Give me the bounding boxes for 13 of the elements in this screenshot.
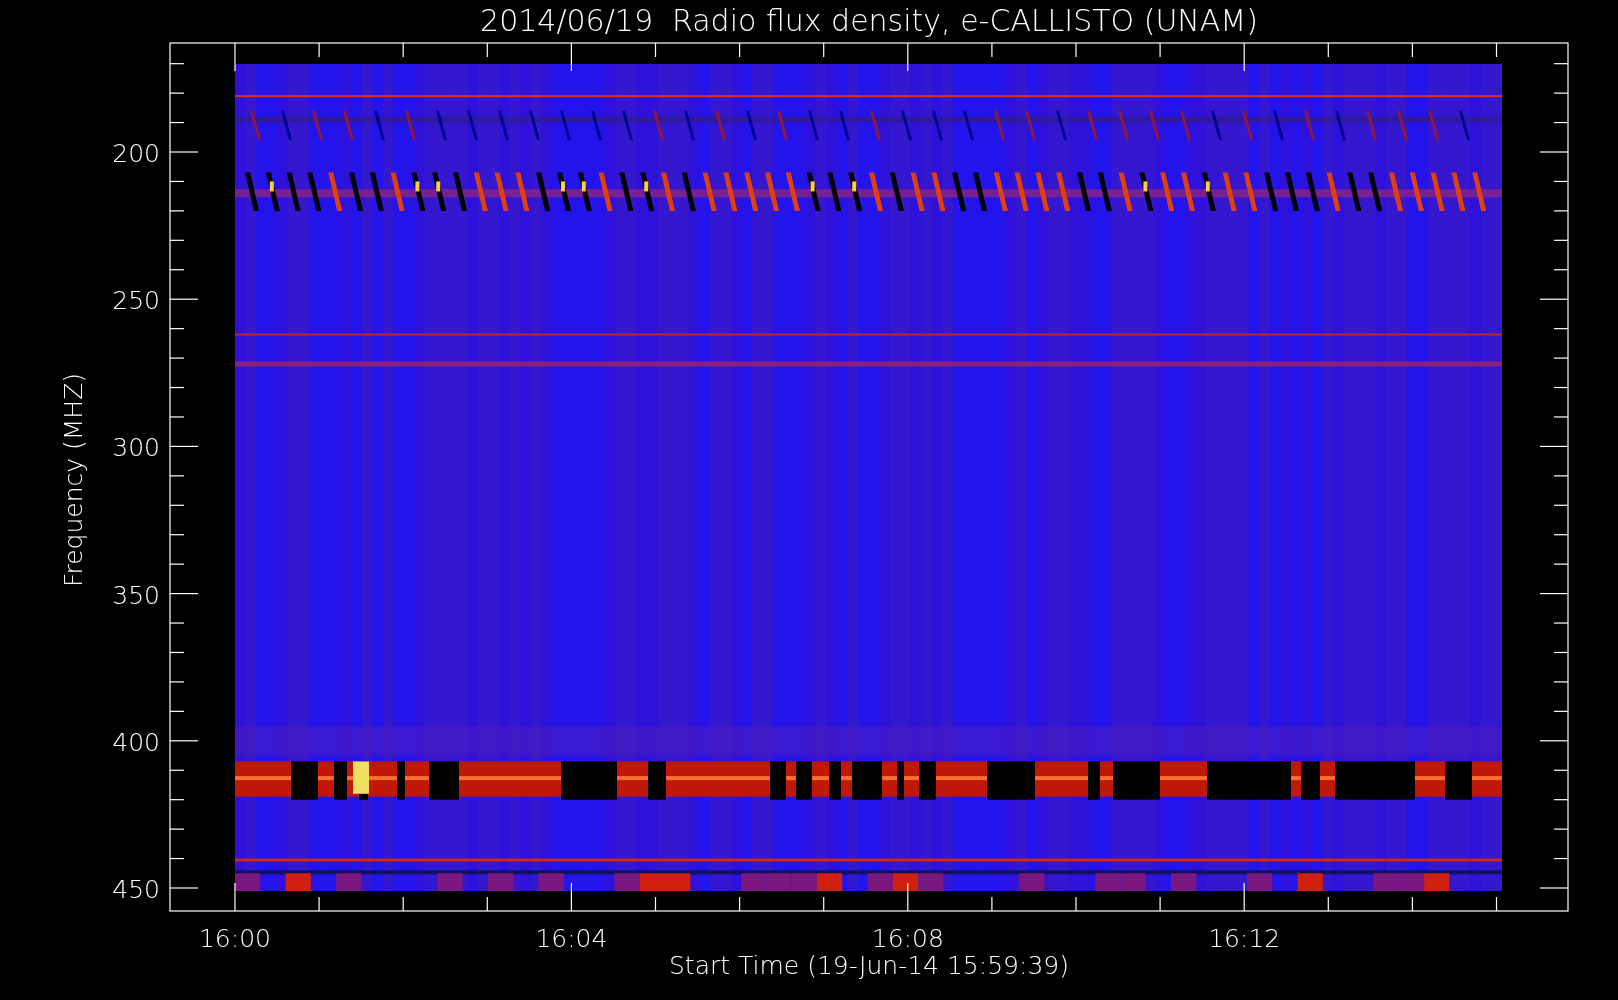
x-axis-label: Start Time (19-Jun-14 15:59:39): [669, 951, 1069, 980]
y-tick-label: 300: [112, 433, 160, 463]
x-tick-label: 16:12: [1208, 924, 1281, 953]
x-tick-label: 16:04: [535, 924, 608, 953]
x-tick-label: 16:00: [199, 924, 271, 953]
chart-title: 2014/06/19 Radio flux density, e-CALLISTO (UNAM): [480, 3, 1258, 38]
y-tick-label: 400: [112, 727, 160, 757]
x-tick-label: 16:08: [871, 924, 944, 953]
y-tick-label: 200: [112, 139, 160, 168]
y-tick-label: 350: [112, 580, 160, 610]
y-tick-label: 450: [112, 875, 160, 904]
y-axis-label: Frequency (MHZ): [59, 372, 88, 588]
y-tick-label: 250: [112, 286, 160, 316]
